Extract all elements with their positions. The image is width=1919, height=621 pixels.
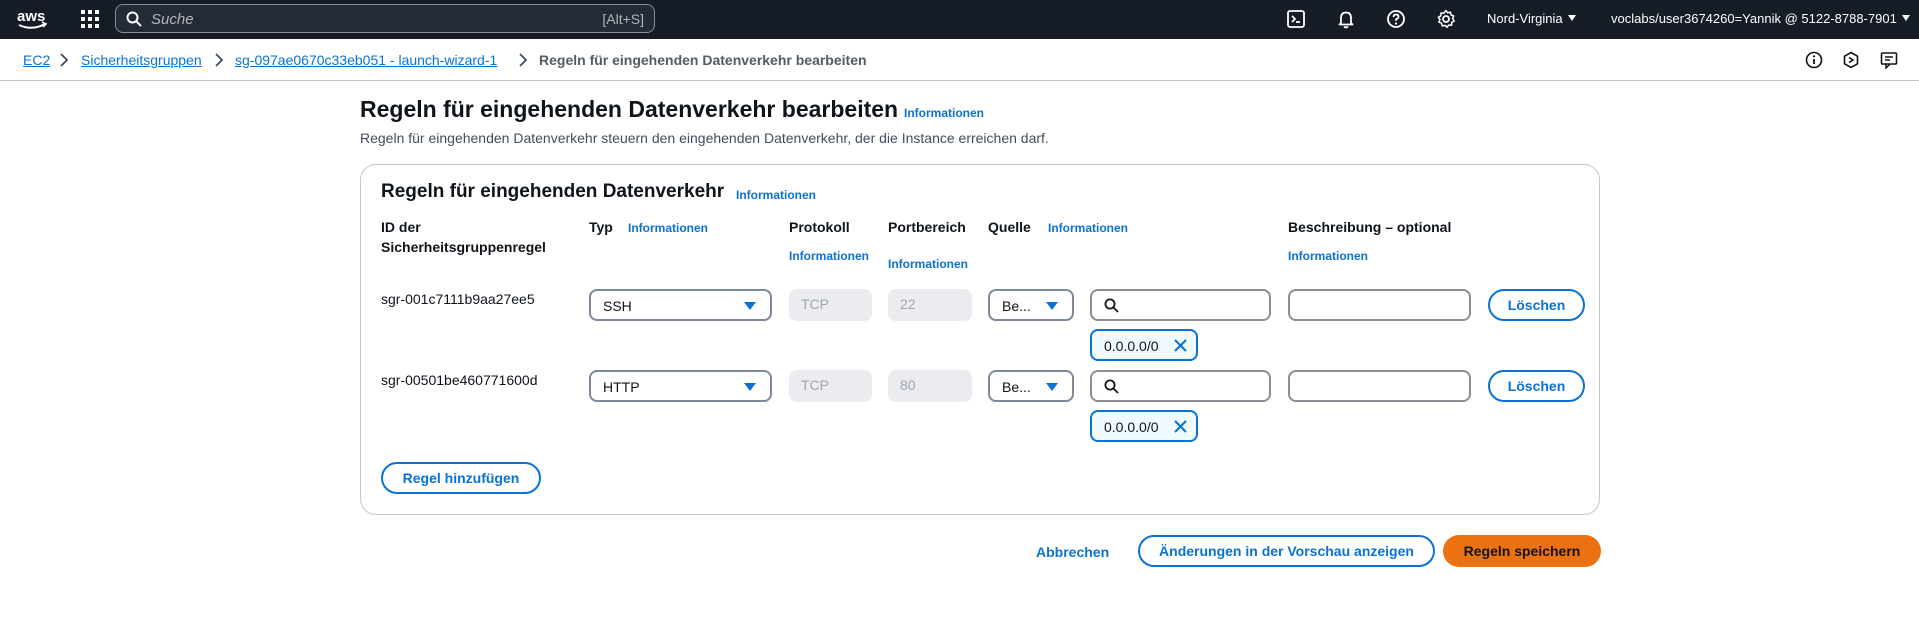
info-icon[interactable] bbox=[1805, 51, 1823, 69]
type-select[interactable]: SSH bbox=[589, 289, 772, 321]
type-value: SSH bbox=[603, 298, 632, 314]
source-search-input[interactable] bbox=[1090, 370, 1271, 402]
search-shortcut: [Alt+S] bbox=[602, 11, 644, 27]
source-cidr-token: 0.0.0.0/0 bbox=[1090, 329, 1198, 361]
search-placeholder: Suche bbox=[151, 11, 194, 28]
svg-text:aws: aws bbox=[17, 8, 45, 25]
source-type-value: Be... bbox=[1002, 379, 1031, 395]
rule-id: sgr-001c7111b9aa27ee5 bbox=[381, 291, 535, 307]
search-icon bbox=[1104, 298, 1119, 313]
port-value: 80 bbox=[900, 377, 916, 393]
breadcrumb-security-groups[interactable]: Sicherheitsgruppen bbox=[81, 52, 202, 68]
chevron-right-icon bbox=[215, 53, 224, 67]
top-navigation: aws Suche [Alt+S] Nord-Virginia voclabs/… bbox=[0, 0, 1919, 39]
help-icon[interactable] bbox=[1386, 9, 1406, 29]
protocol-field: TCP bbox=[789, 370, 872, 402]
type-info-link[interactable]: Informationen bbox=[628, 221, 708, 235]
delete-rule-button[interactable]: Löschen bbox=[1488, 289, 1585, 321]
search-icon bbox=[126, 11, 142, 27]
cancel-button[interactable]: Abbrechen bbox=[1036, 544, 1109, 560]
source-type-select[interactable]: Be... bbox=[988, 289, 1074, 321]
column-header-port-range: Portbereich bbox=[888, 219, 966, 235]
preview-changes-button[interactable]: Änderungen in der Vorschau anzeigen bbox=[1138, 535, 1435, 567]
chevron-right-icon bbox=[519, 53, 528, 67]
source-type-value: Be... bbox=[1002, 298, 1031, 314]
breadcrumb-current: Regeln für eingehenden Datenverkehr bear… bbox=[539, 52, 867, 68]
panel-info-link[interactable]: Informationen bbox=[736, 188, 816, 202]
cidr-value: 0.0.0.0/0 bbox=[1104, 338, 1159, 354]
protocol-value: TCP bbox=[801, 377, 829, 393]
add-rule-button[interactable]: Regel hinzufügen bbox=[381, 462, 541, 494]
caret-down-icon bbox=[1567, 15, 1576, 21]
search-icon bbox=[1104, 379, 1119, 394]
settings-gear-icon[interactable] bbox=[1436, 9, 1456, 29]
region-label: Nord-Virginia bbox=[1487, 11, 1563, 26]
cloudshell-icon[interactable] bbox=[1286, 9, 1306, 29]
source-cidr-token: 0.0.0.0/0 bbox=[1090, 410, 1198, 442]
description-info-link[interactable]: Informationen bbox=[1288, 249, 1368, 263]
panel-title: Regeln für eingehenden Datenverkehr bbox=[381, 181, 725, 202]
source-info-link[interactable]: Informationen bbox=[1048, 221, 1128, 235]
source-search-input[interactable] bbox=[1090, 289, 1271, 321]
type-value: HTTP bbox=[603, 379, 640, 395]
save-rules-button[interactable]: Regeln speichern bbox=[1443, 535, 1601, 567]
chevron-right-icon bbox=[60, 53, 69, 67]
close-icon[interactable] bbox=[1173, 338, 1188, 353]
column-header-rule-id: ID der Sicherheitsgruppenregel bbox=[381, 219, 546, 255]
caret-down-icon bbox=[744, 383, 756, 391]
caret-down-icon bbox=[1046, 302, 1058, 310]
page-info-link[interactable]: Informationen bbox=[904, 106, 984, 120]
breadcrumb-security-group[interactable]: sg-097ae0670c33eb051 - launch-wizard-1 bbox=[235, 52, 497, 68]
column-header-protocol: Protokoll bbox=[789, 219, 850, 235]
page-description: Regeln für eingehenden Datenverkehr steu… bbox=[360, 130, 1049, 146]
description-input[interactable] bbox=[1288, 370, 1471, 402]
column-header-type: Typ bbox=[589, 219, 613, 235]
type-select[interactable]: HTTP bbox=[589, 370, 772, 402]
protocol-value: TCP bbox=[801, 296, 829, 312]
column-header-description: Beschreibung – optional bbox=[1288, 219, 1452, 235]
protocol-info-link[interactable]: Informationen bbox=[789, 249, 869, 263]
port-range-field: 80 bbox=[888, 370, 972, 402]
services-grid-icon[interactable] bbox=[80, 9, 100, 29]
column-header-source: Quelle bbox=[988, 219, 1031, 235]
notifications-bell-icon[interactable] bbox=[1336, 9, 1356, 29]
cidr-value: 0.0.0.0/0 bbox=[1104, 419, 1159, 435]
description-input[interactable] bbox=[1288, 289, 1471, 321]
delete-rule-button[interactable]: Löschen bbox=[1488, 370, 1585, 402]
feedback-icon[interactable] bbox=[1880, 51, 1898, 69]
breadcrumb-ec2[interactable]: EC2 bbox=[23, 52, 50, 68]
caret-down-icon bbox=[1901, 15, 1910, 21]
aws-logo[interactable]: aws bbox=[16, 6, 50, 32]
rule-id: sgr-00501be460771600d bbox=[381, 372, 538, 388]
region-selector[interactable]: Nord-Virginia bbox=[1487, 11, 1576, 26]
page-title: Regeln für eingehenden Datenverkehr bear… bbox=[360, 96, 899, 122]
port-value: 22 bbox=[900, 296, 916, 312]
caret-down-icon bbox=[744, 302, 756, 310]
account-menu[interactable]: voclabs/user3674260=Yannik @ 5122-8788-7… bbox=[1611, 11, 1910, 26]
account-label: voclabs/user3674260=Yannik @ 5122-8788-7… bbox=[1611, 11, 1897, 26]
global-search-input[interactable]: Suche [Alt+S] bbox=[115, 4, 655, 33]
caret-down-icon bbox=[1046, 383, 1058, 391]
close-icon[interactable] bbox=[1173, 419, 1188, 434]
source-type-select[interactable]: Be... bbox=[988, 370, 1074, 402]
shortcuts-icon[interactable] bbox=[1842, 51, 1860, 69]
port-range-field: 22 bbox=[888, 289, 972, 321]
port-range-info-link[interactable]: Informationen bbox=[888, 257, 968, 271]
protocol-field: TCP bbox=[789, 289, 872, 321]
